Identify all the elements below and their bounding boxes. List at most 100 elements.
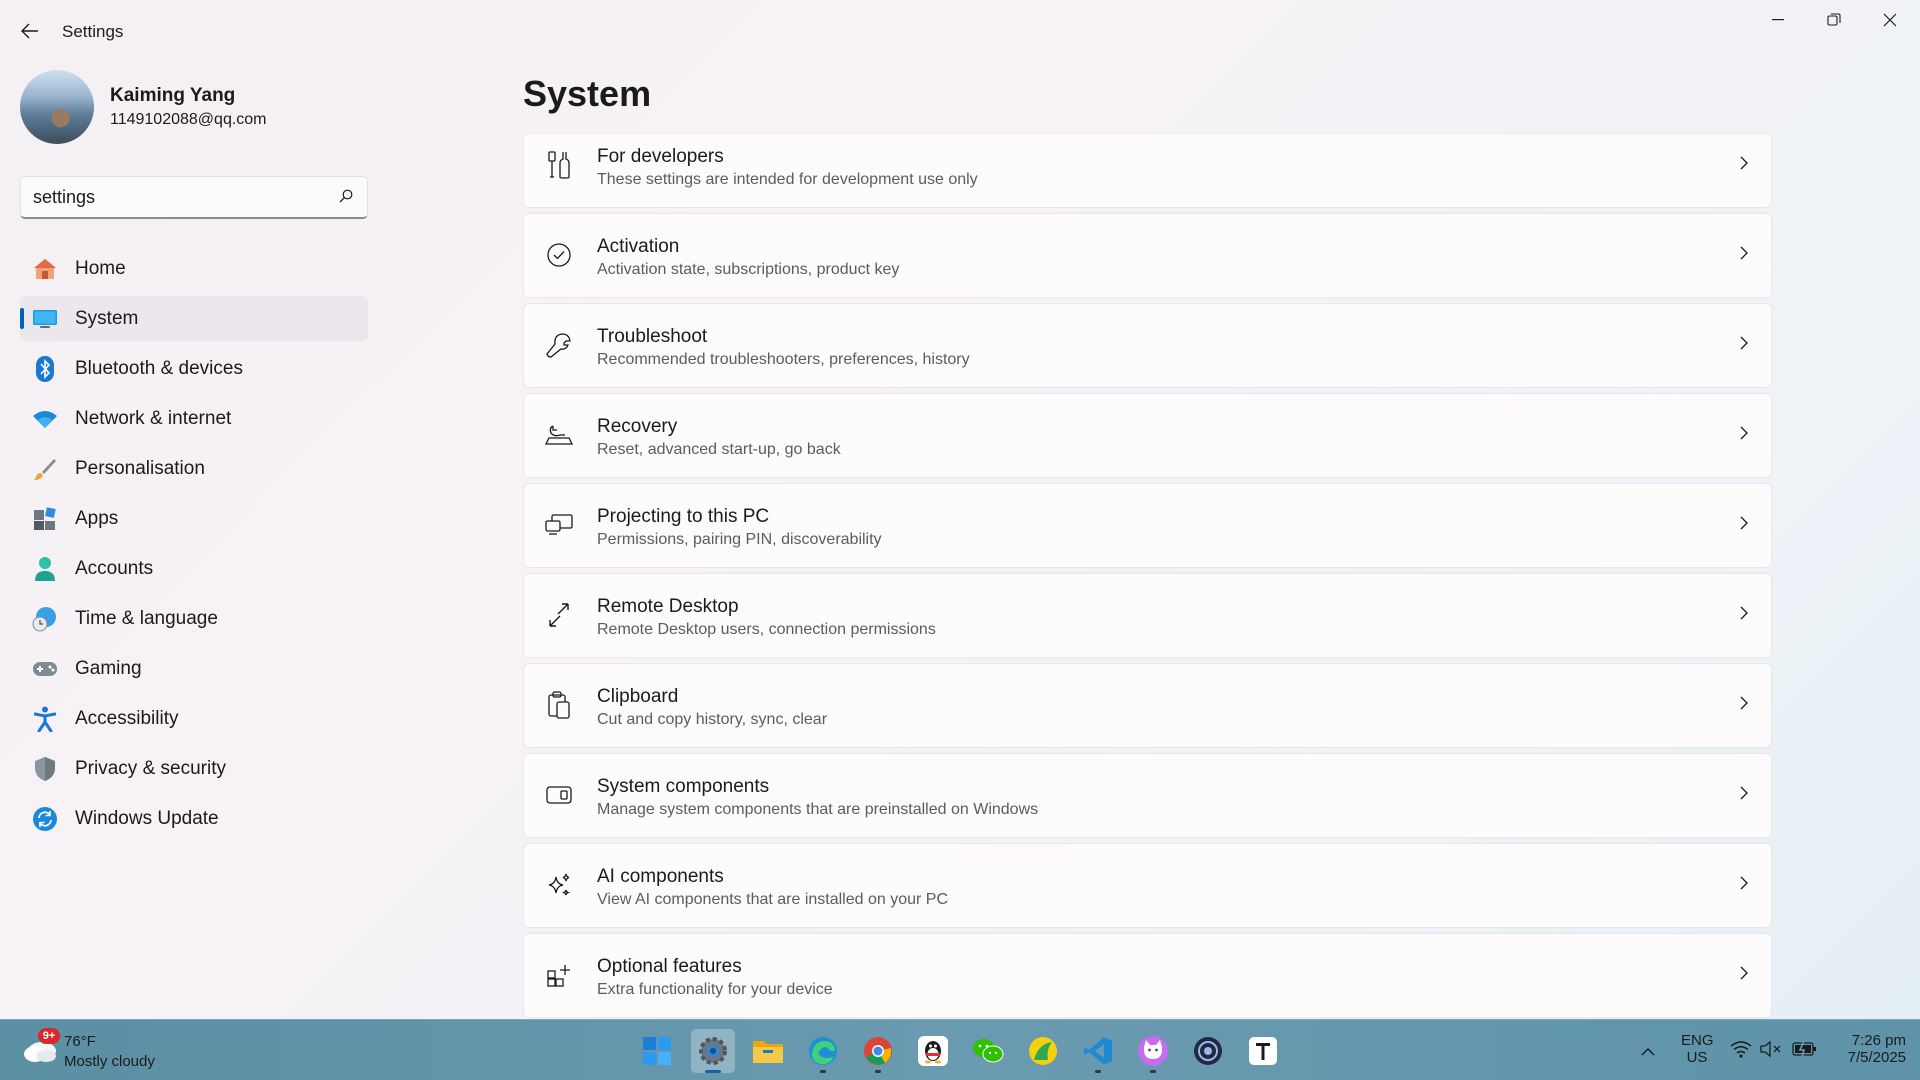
shield-icon xyxy=(32,756,58,782)
sidebar-item-label: Home xyxy=(75,257,126,279)
search-box[interactable] xyxy=(20,176,368,219)
sidebar-item-gaming[interactable]: Gaming xyxy=(20,646,368,691)
minimize-button[interactable] xyxy=(1750,0,1806,40)
sidebar-item-windows-update[interactable]: Windows Update xyxy=(20,796,368,841)
start-icon xyxy=(643,1037,671,1065)
sidebar-item-label: System xyxy=(75,307,139,329)
running-indicator xyxy=(820,1070,826,1073)
card-projecting[interactable]: Projecting to this PC Permissions, pairi… xyxy=(523,483,1772,568)
volume-muted-icon[interactable] xyxy=(1760,1040,1782,1063)
close-button[interactable] xyxy=(1862,0,1918,40)
chevron-right-icon xyxy=(1740,786,1749,805)
sidebar-item-privacy[interactable]: Privacy & security xyxy=(20,746,368,791)
bluetooth-icon xyxy=(32,356,58,382)
card-troubleshoot[interactable]: Troubleshoot Recommended troubleshooters… xyxy=(523,303,1772,388)
sidebar-item-home[interactable]: Home xyxy=(20,246,368,291)
taskbar-file-explorer[interactable] xyxy=(746,1029,790,1073)
back-button[interactable] xyxy=(14,16,46,46)
search-input[interactable] xyxy=(33,187,323,208)
card-recovery[interactable]: Recovery Reset, advanced start-up, go ba… xyxy=(523,393,1772,478)
card-subtitle: Activation state, subscriptions, product… xyxy=(597,261,900,278)
chevron-up-icon xyxy=(1641,1047,1655,1055)
sidebar-item-network[interactable]: Network & internet xyxy=(20,396,368,441)
card-clipboard[interactable]: Clipboard Cut and copy history, sync, cl… xyxy=(523,663,1772,748)
weather-widget[interactable]: 9+ 76°F Mostly cloudy xyxy=(18,1028,208,1074)
sidebar-item-label: Windows Update xyxy=(75,807,219,829)
chevron-right-icon xyxy=(1740,336,1749,355)
sidebar-item-apps[interactable]: Apps xyxy=(20,496,368,541)
card-title: Activation xyxy=(597,236,680,257)
restore-button[interactable] xyxy=(1806,0,1862,40)
card-for-developers[interactable]: For developers These settings are intend… xyxy=(523,135,1772,208)
search-icon[interactable] xyxy=(339,189,353,208)
recovery-icon xyxy=(544,420,574,450)
language-indicator[interactable]: ENG US xyxy=(1681,1032,1714,1066)
card-subtitle: Recommended troubleshooters, preferences… xyxy=(597,351,970,368)
system-icon xyxy=(32,306,58,332)
chevron-right-icon xyxy=(1740,156,1749,175)
card-title: Clipboard xyxy=(597,686,679,707)
taskbar-qq[interactable] xyxy=(911,1029,955,1073)
chevron-right-icon xyxy=(1740,876,1749,895)
file-explorer-icon xyxy=(753,1041,783,1063)
sidebar-item-system[interactable]: System xyxy=(20,296,368,341)
accounts-icon xyxy=(32,556,58,582)
wifi-icon xyxy=(32,406,58,432)
taskbar-app-2[interactable] xyxy=(1186,1029,1230,1073)
running-indicator xyxy=(1150,1070,1156,1073)
cat-app-icon xyxy=(1138,1036,1168,1066)
card-ai-components[interactable]: AI components View AI components that ar… xyxy=(523,843,1772,928)
clock-date: 7/5/2025 xyxy=(1847,1049,1906,1066)
taskbar-typora[interactable] xyxy=(1241,1029,1285,1073)
card-title: For developers xyxy=(597,146,724,167)
sidebar-nav: Home System Bluetooth & devices Network … xyxy=(20,246,368,846)
clock[interactable]: 7:26 pm 7/5/2025 xyxy=(1826,1032,1906,1066)
card-remote-desktop[interactable]: Remote Desktop Remote Desktop users, con… xyxy=(523,573,1772,658)
wechat-icon xyxy=(973,1039,1004,1063)
card-title: Projecting to this PC xyxy=(597,506,770,527)
chevron-right-icon xyxy=(1740,516,1749,535)
settings-icon xyxy=(699,1037,727,1065)
card-subtitle: Reset, advanced start-up, go back xyxy=(597,441,841,458)
card-subtitle: Permissions, pairing PIN, discoverabilit… xyxy=(597,531,882,548)
card-optional-features[interactable]: Optional features Extra functionality fo… xyxy=(523,933,1772,1018)
card-system-components[interactable]: System components Manage system componen… xyxy=(523,753,1772,838)
developer-tools-icon xyxy=(544,150,574,180)
show-hidden-icons-button[interactable] xyxy=(1626,1029,1670,1073)
card-title: System components xyxy=(597,776,770,797)
page-title: System xyxy=(523,73,652,114)
clipboard-icon xyxy=(544,690,574,720)
sidebar-item-bluetooth[interactable]: Bluetooth & devices xyxy=(20,346,368,391)
taskbar-edge[interactable] xyxy=(801,1029,845,1073)
taskbar-chrome[interactable] xyxy=(856,1029,900,1073)
user-profile[interactable]: Kaiming Yang 1149102088@qq.com xyxy=(20,70,460,146)
wifi-tray-icon[interactable] xyxy=(1730,1040,1752,1063)
taskbar: 9+ 76°F Mostly cloudy ENG US 7:26 pm 7/5… xyxy=(0,1019,1920,1080)
taskbar-wechat[interactable] xyxy=(966,1029,1010,1073)
time-language-icon xyxy=(32,606,58,632)
sidebar-item-time-language[interactable]: Time & language xyxy=(20,596,368,641)
sidebar-item-accessibility[interactable]: Accessibility xyxy=(20,696,368,741)
title-bar: Settings xyxy=(0,0,1920,62)
card-title: Recovery xyxy=(597,416,678,437)
card-activation[interactable]: Activation Activation state, subscriptio… xyxy=(523,213,1772,298)
start-button[interactable] xyxy=(635,1029,679,1073)
battery-charging-icon[interactable] xyxy=(1792,1040,1818,1063)
running-indicator xyxy=(875,1070,881,1073)
qq-icon xyxy=(918,1036,948,1066)
taskbar-app[interactable] xyxy=(1021,1029,1065,1073)
sidebar-item-accounts[interactable]: Accounts xyxy=(20,546,368,591)
weather-desc: Mostly cloudy xyxy=(64,1053,155,1070)
sidebar-item-label: Bluetooth & devices xyxy=(75,357,243,379)
close-icon xyxy=(1883,13,1897,27)
edge-icon xyxy=(809,1037,837,1065)
taskbar-settings[interactable] xyxy=(691,1029,735,1073)
sidebar-item-label: Privacy & security xyxy=(75,757,226,779)
taskbar-cat-app[interactable] xyxy=(1131,1029,1175,1073)
card-title: AI components xyxy=(597,866,724,887)
running-indicator xyxy=(1095,1070,1101,1073)
taskbar-vscode[interactable] xyxy=(1076,1029,1120,1073)
sidebar-item-personalisation[interactable]: Personalisation xyxy=(20,446,368,491)
card-title: Remote Desktop xyxy=(597,596,739,617)
gamepad-icon xyxy=(32,656,58,682)
